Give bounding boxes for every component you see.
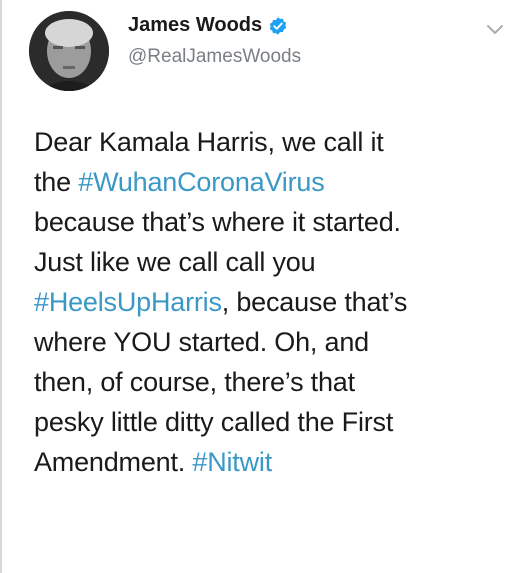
tweet-text-segment: Amendment. (34, 447, 193, 477)
tweet-line: Amendment. #Nitwit (34, 442, 512, 482)
author-display-name[interactable]: James Woods (128, 14, 262, 37)
tweet-line: pesky little ditty called the First (34, 407, 394, 437)
tweet-card: James Woods @RealJamesWoods Dear Kamala … (0, 0, 518, 573)
tweet-line: the #WuhanCoronaVirus (34, 162, 512, 202)
tweet-line: Dear Kamala Harris, we call it (34, 127, 384, 157)
tweet-text: Dear Kamala Harris, we call it the #Wuha… (34, 122, 512, 482)
profile-avatar[interactable] (29, 11, 109, 91)
chevron-down-icon[interactable] (486, 24, 504, 36)
author-handle[interactable]: @RealJamesWoods (128, 46, 301, 68)
tweet-text-segment: , because that’s (221, 287, 408, 317)
tweet-line: where YOU started. Oh, and (34, 327, 369, 357)
avatar-image (29, 11, 109, 91)
hashtag-link[interactable]: #HeelsUpHarris (34, 287, 222, 317)
tweet-text-segment: the (34, 167, 79, 197)
tweet-line: then, of course, there’s that (34, 367, 355, 397)
tweet-line: Just like we call call you (34, 247, 316, 277)
hashtag-link[interactable]: #WuhanCoronaVirus (78, 167, 324, 197)
tweet-line: because that’s where it started. (34, 207, 401, 237)
hashtag-link[interactable]: #Nitwit (192, 447, 272, 477)
author-row: James Woods (128, 14, 288, 37)
verified-badge-icon (269, 16, 287, 35)
tweet-line: #HeelsUpHarris, because that’s (34, 282, 512, 322)
